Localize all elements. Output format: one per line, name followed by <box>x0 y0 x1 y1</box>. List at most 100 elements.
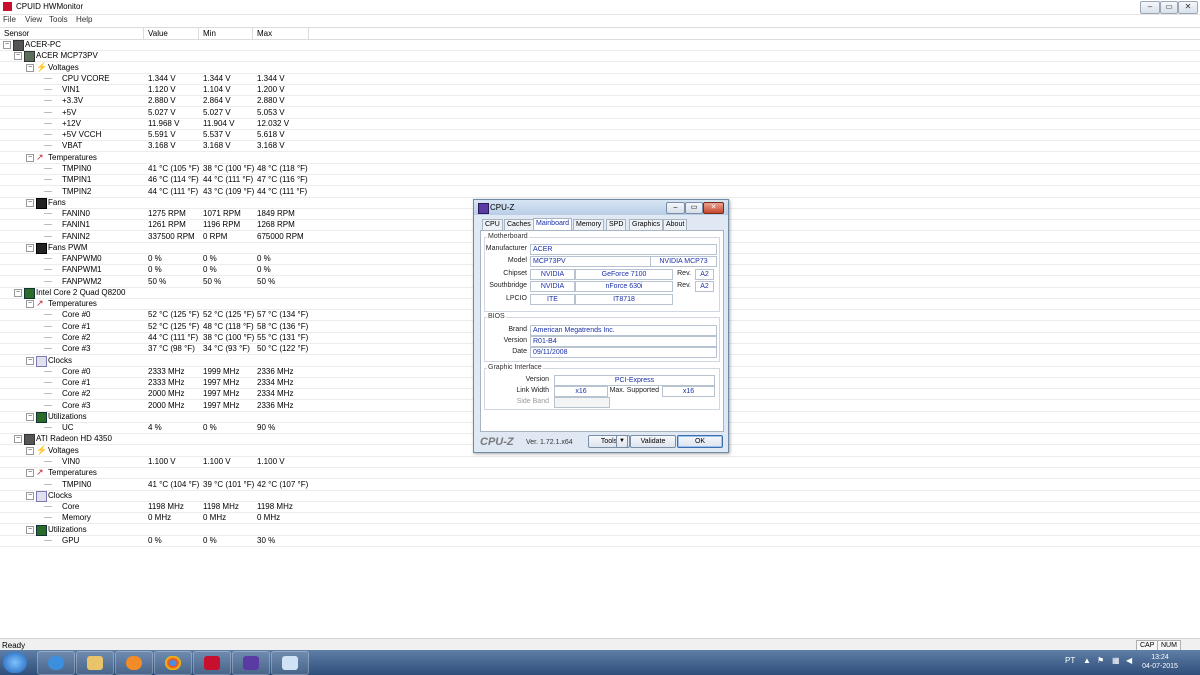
chipset-rev-field[interactable]: A2 <box>695 269 714 280</box>
tree-connector <box>44 483 52 485</box>
bios-brand-field[interactable]: American Megatrends Inc. <box>530 325 717 336</box>
sensor-row[interactable]: TMPIN0 41 °C (105 °F) 38 °C (100 °F) 48 °C … <box>0 163 1200 175</box>
sensor-min: 2.864 V <box>203 96 231 106</box>
collapse-toggle-icon[interactable]: − <box>26 153 34 162</box>
sensor-row[interactable]: Memory 0 MHz 0 MHz 0 MHz <box>0 512 1200 525</box>
language-indicator[interactable]: PT <box>1065 656 1075 665</box>
cpuz-close-button[interactable]: ✕ <box>703 202 724 214</box>
southbridge-vendor-field[interactable]: NVIDIA <box>530 281 575 292</box>
collapse-toggle-icon[interactable]: − <box>26 412 34 421</box>
column-value[interactable]: Value <box>148 29 168 38</box>
collapse-toggle-icon[interactable]: − <box>14 435 22 444</box>
sensor-row[interactable]: +5V 5.027 V 5.027 V 5.053 V <box>0 107 1200 119</box>
taskbar-paint[interactable] <box>271 651 309 675</box>
collapse-toggle-icon[interactable]: − <box>14 52 22 61</box>
gi-max-supported-label: Max. Supported <box>609 387 659 394</box>
sensor-row[interactable]: CPU VCORE 1.344 V 1.344 V 1.344 V <box>0 73 1200 85</box>
menu-help[interactable]: Help <box>76 15 92 24</box>
lpcio-vendor-field[interactable]: ITE <box>530 294 575 305</box>
sensor-row[interactable]: +12V 11.968 V 11.904 V 12.032 V <box>0 118 1200 130</box>
collapse-toggle-icon[interactable]: − <box>26 525 34 534</box>
column-min[interactable]: Min <box>203 29 216 38</box>
gi-version-field[interactable]: PCI-Express <box>554 375 715 386</box>
gi-link-width-field[interactable]: x16 <box>554 386 608 397</box>
tree-group-row[interactable]: − ACER-PC <box>0 39 1200 51</box>
volume-icon[interactable]: ◀ <box>1126 656 1132 665</box>
column-sensor[interactable]: Sensor <box>4 29 29 38</box>
sensor-row[interactable]: +3.3V 2.880 V 2.864 V 2.880 V <box>0 95 1200 108</box>
tab-spd[interactable]: SPD <box>606 219 627 230</box>
collapse-toggle-icon[interactable]: − <box>26 491 34 500</box>
sensor-min: 43 °C (109 °F) <box>203 186 255 196</box>
southbridge-rev-field[interactable]: A2 <box>695 281 714 292</box>
status-text: Ready <box>2 641 26 650</box>
start-button[interactable] <box>3 652 27 673</box>
taskbar-explorer[interactable] <box>76 651 114 675</box>
bios-date-field[interactable]: 09/11/2008 <box>530 347 717 358</box>
collapse-toggle-icon[interactable]: − <box>26 300 34 309</box>
action-center-icon[interactable]: ⚑ <box>1097 656 1104 665</box>
sensor-row[interactable]: Core 1198 MHz 1198 MHz 1198 MHz <box>0 501 1200 514</box>
sensor-row[interactable]: TMPIN1 46 °C (114 °F) 44 °C (111 °F) 47 °C … <box>0 174 1200 187</box>
cpuz-maximize-button[interactable]: ▭ <box>685 202 703 214</box>
taskbar-media-player[interactable] <box>115 651 153 675</box>
tree-group-row[interactable]: − Clocks <box>0 490 1200 502</box>
taskbar-cpuz[interactable] <box>232 651 270 675</box>
tree-group-row[interactable]: − ↗ Temperatures <box>0 467 1200 480</box>
tools-dropdown-icon[interactable]: ▼ <box>616 435 628 448</box>
collapse-toggle-icon[interactable]: − <box>26 356 34 365</box>
model-field[interactable]: MCP73PV <box>530 256 651 267</box>
ok-button[interactable]: OK <box>677 435 723 448</box>
taskbar-hwmonitor[interactable] <box>193 651 231 675</box>
tree-group-row[interactable]: − ↗ Temperatures <box>0 152 1200 164</box>
sensor-row[interactable]: VIN0 1.100 V 1.100 V 1.100 V <box>0 456 1200 468</box>
collapse-toggle-icon[interactable]: − <box>26 198 34 207</box>
sensor-min: 1997 MHz <box>203 400 240 410</box>
sensor-row[interactable]: +5V VCCH 5.591 V 5.537 V 5.618 V <box>0 129 1200 142</box>
collapse-toggle-icon[interactable]: − <box>26 469 34 478</box>
menu-tools[interactable]: Tools <box>49 15 68 24</box>
tab-cpu[interactable]: CPU <box>482 219 503 230</box>
southbridge-field[interactable]: nForce 630i <box>575 281 673 292</box>
sensor-name: Core #3 <box>62 400 91 410</box>
collapse-toggle-icon[interactable]: − <box>26 63 34 72</box>
menu-file[interactable]: File <box>3 15 16 24</box>
network-icon[interactable]: ▦ <box>1112 656 1120 665</box>
menu-view[interactable]: View <box>25 15 42 24</box>
sensor-row[interactable]: TMPIN2 44 °C (111 °F) 43 °C (109 °F) 44 °C … <box>0 186 1200 198</box>
collapse-toggle-icon[interactable]: − <box>14 288 22 297</box>
taskbar-internet-explorer[interactable] <box>37 651 75 675</box>
cpuz-minimize-button[interactable]: – <box>666 202 685 214</box>
tab-memory[interactable]: Memory <box>573 219 605 230</box>
manufacturer-field[interactable]: ACER <box>530 244 717 255</box>
minimize-button[interactable]: – <box>1140 1 1160 14</box>
validate-button[interactable]: Validate <box>630 435 676 448</box>
tree-group-row[interactable]: − Utilizations <box>0 524 1200 536</box>
tray-expand-icon[interactable]: ▲ <box>1083 656 1091 665</box>
model-extra-field[interactable]: NVIDIA MCP73 <box>650 256 717 267</box>
maximize-button[interactable]: ▭ <box>1160 1 1178 14</box>
system-clock[interactable]: 13:24 04-07-2015 <box>1140 653 1180 671</box>
chipset-vendor-field[interactable]: NVIDIA <box>530 269 575 280</box>
chipset-field[interactable]: GeForce 7100 <box>575 269 673 280</box>
sensor-row[interactable]: VBAT 3.168 V 3.168 V 3.168 V <box>0 140 1200 153</box>
collapse-toggle-icon[interactable]: − <box>26 446 34 455</box>
gi-max-supported-field[interactable]: x16 <box>662 386 715 397</box>
collapse-toggle-icon[interactable]: − <box>26 243 34 252</box>
tab-mainboard[interactable]: Mainboard <box>533 218 573 230</box>
sensor-row[interactable]: VIN1 1.120 V 1.104 V 1.200 V <box>0 84 1200 97</box>
tree-group-row[interactable]: − ACER MCP73PV <box>0 50 1200 63</box>
tab-about[interactable]: About <box>663 219 688 230</box>
tab-caches[interactable]: Caches <box>504 219 534 230</box>
lpcio-field[interactable]: IT8718 <box>575 294 673 305</box>
column-max[interactable]: Max <box>257 29 272 38</box>
bios-version-field[interactable]: R01-B4 <box>530 336 717 347</box>
close-button[interactable]: ✕ <box>1178 1 1198 14</box>
sensor-row[interactable]: TMPIN0 41 °C (104 °F) 39 °C (101 °F) 42 °C … <box>0 479 1200 491</box>
sensor-row[interactable]: GPU 0 % 0 % 30 % <box>0 535 1200 547</box>
collapse-toggle-icon[interactable]: − <box>3 41 11 49</box>
taskbar-chrome[interactable] <box>154 651 192 675</box>
sensor-value: 2.880 V <box>148 96 176 106</box>
tree-group-row[interactable]: − ⚡ Voltages <box>0 62 1200 74</box>
tab-graphics[interactable]: Graphics <box>629 219 664 230</box>
